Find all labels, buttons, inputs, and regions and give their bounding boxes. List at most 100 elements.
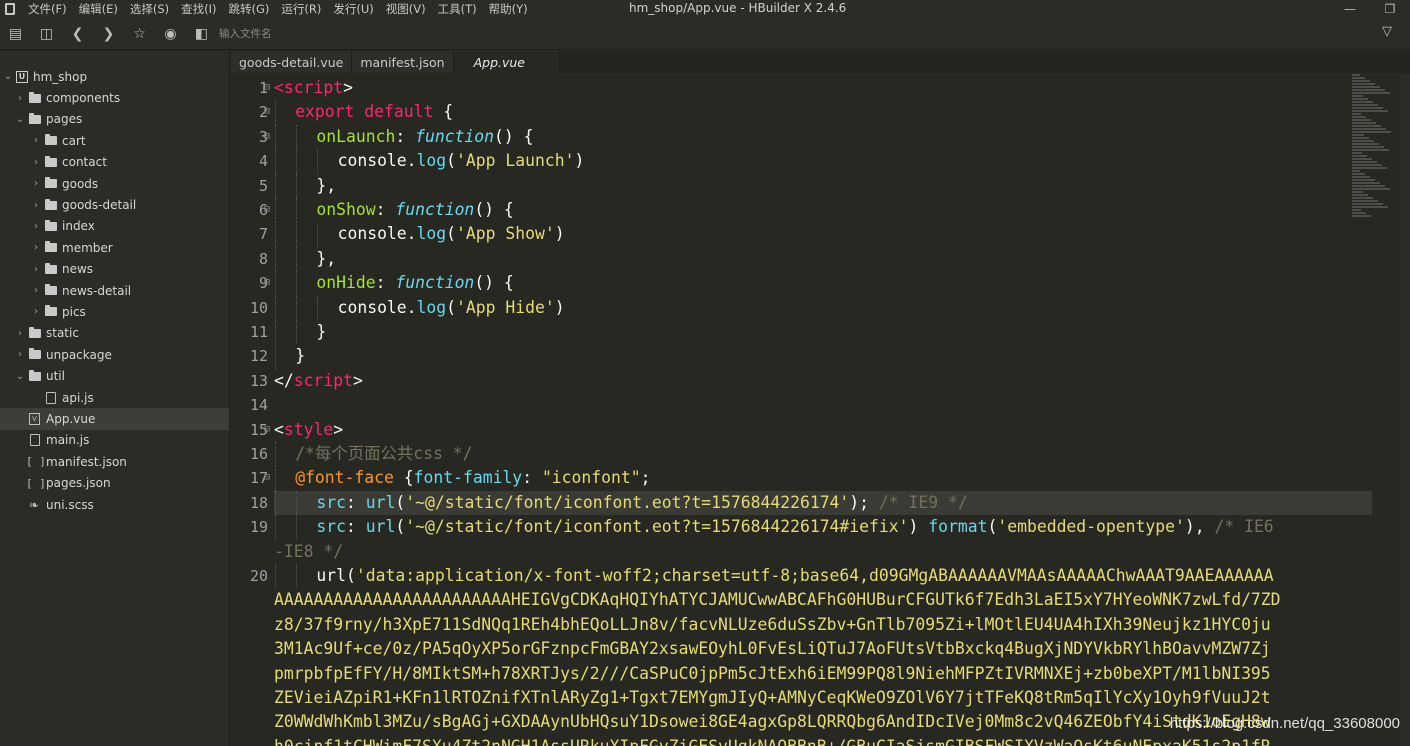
indent-guide — [275, 442, 276, 467]
tree-item-label: static — [46, 326, 79, 341]
indent-guide — [275, 564, 276, 589]
minimap-line — [1352, 86, 1380, 88]
tree-item-components[interactable]: › components — [0, 87, 229, 108]
chevron-right-icon: › — [34, 199, 38, 211]
tree-item-cart[interactable]: › cart — [0, 130, 229, 151]
minimap-line — [1352, 191, 1363, 193]
menu-item[interactable]: 视图(V) — [380, 1, 432, 17]
code-editor[interactable]: 1 ⊟ 2 ⊟ 3 ⊟ 4 5 6 ⊟ 7 8 9 ⊟ 10 11 12 13 14 15 ⊟ 16 17 ⊟ 18 19 20 <… — [231, 73, 1410, 746]
menu-item[interactable]: 选择(S) — [124, 1, 175, 17]
file-search-input[interactable] — [219, 23, 519, 44]
tree-item-pages-json[interactable]: [ ] pages.json — [0, 472, 229, 493]
indent-guide — [275, 320, 276, 345]
tree-item-label: manifest.json — [46, 454, 127, 469]
tree-item-goods-detail[interactable]: › goods-detail — [0, 194, 229, 215]
indent-guide — [275, 149, 276, 174]
tree-item-pics[interactable]: › pics — [0, 301, 229, 322]
save-icon[interactable]: ◫ — [31, 20, 62, 48]
line-number: 12 — [249, 347, 268, 366]
code-line: src: url('~@/static/font/iconfont.eot?t=… — [274, 515, 1273, 539]
tree-item-util[interactable]: ⌄ util — [0, 365, 229, 386]
new-file-icon[interactable]: ▤ — [0, 20, 31, 48]
minimap-line — [1352, 80, 1370, 82]
tree-item-static[interactable]: › static — [0, 323, 229, 344]
menu-item[interactable]: 查找(I) — [175, 1, 222, 17]
line-number: 14 — [249, 396, 268, 415]
minimap-line — [1352, 83, 1375, 85]
folder-icon — [45, 198, 57, 210]
tree-item-member[interactable]: › member — [0, 237, 229, 258]
code-token: < — [274, 419, 284, 439]
chevron-down-icon: ⌄ — [15, 113, 25, 125]
code-token: ) — [554, 297, 565, 317]
fold-toggle-icon[interactable]: ⊟ — [264, 271, 270, 295]
minimize-icon[interactable]: — — [1330, 0, 1370, 18]
minimap[interactable] — [1352, 73, 1392, 263]
minimap-line — [1352, 158, 1372, 160]
tree-item-api-js[interactable]: api.js — [0, 387, 229, 408]
tab-goods-detail-vue[interactable]: goods-detail.vue — [231, 51, 353, 73]
tree-project-root[interactable]: ⌄ U hm_shop — [0, 66, 229, 87]
code-token: 3M1Ac9Uf+ce/0z/PA5qOyXP5orGFznpcFmGBAY2x… — [274, 639, 1271, 659]
tab-manifest-json[interactable]: manifest.json — [352, 51, 454, 73]
run-icon[interactable]: ◉ — [155, 20, 186, 48]
menu-item[interactable]: 工具(T) — [432, 1, 483, 17]
minimap-line — [1352, 182, 1380, 184]
tree-item-pages[interactable]: ⌄ pages — [0, 109, 229, 130]
code-token: : — [395, 126, 416, 146]
code-token: } — [316, 322, 327, 341]
minimap-line — [1352, 200, 1378, 202]
menu-item[interactable]: 运行(R) — [275, 1, 327, 17]
menu-item[interactable]: 编辑(E) — [73, 1, 124, 17]
chevron-right-icon: › — [34, 220, 38, 232]
fold-toggle-icon[interactable]: ⊟ — [264, 100, 270, 124]
menu-item[interactable]: 跳转(G) — [223, 1, 276, 17]
tree-item-manifest-json[interactable]: [ ] manifest.json — [0, 451, 229, 472]
forward-icon[interactable]: ❯ — [93, 20, 124, 48]
tab-app-vue[interactable]: App.vue — [453, 51, 560, 73]
menu-item[interactable]: 文件(F) — [22, 1, 73, 17]
line-number: 13 — [249, 371, 268, 390]
fold-toggle-icon[interactable]: ⊟ — [264, 125, 270, 149]
indent-guide — [275, 100, 276, 125]
code-line: }, — [274, 174, 336, 198]
code-token: style — [283, 419, 334, 439]
code-token: Z0WWdWhKmbl3MZu/sBgAGj+GXDAAynUbHQsuY1Ds… — [274, 712, 1271, 732]
menu-item[interactable]: 帮助(Y) — [483, 1, 534, 17]
indent-guide — [317, 149, 319, 174]
tree-item-label: App.vue — [46, 411, 96, 426]
code-token: font-family — [413, 468, 523, 488]
menu-item[interactable]: 发行(U) — [327, 1, 379, 17]
maximize-icon[interactable]: ❐ — [1370, 0, 1410, 18]
vertical-scrollbar[interactable] — [1400, 73, 1410, 746]
code-token: AAAAAAAAAAAAAAAAAAAAAAAAHEIGVgCDKAqHQIYh… — [274, 590, 1281, 610]
fold-toggle-icon[interactable]: ⊟ — [264, 198, 270, 222]
minimap-line — [1352, 173, 1365, 175]
star-icon[interactable]: ☆ — [124, 20, 155, 48]
tree-item-uni-scss[interactable]: ❧ uni.scss — [0, 494, 229, 515]
tree-item-label: goods — [62, 176, 99, 191]
code-token: /*每个页面公共css */ — [295, 444, 473, 463]
code-token: 'App Show' — [456, 224, 555, 244]
minimap-line — [1352, 215, 1371, 217]
tree-item-contact[interactable]: › contact — [0, 152, 229, 173]
tree-item-label: pages.json — [46, 476, 111, 491]
chevron-right-icon: › — [18, 327, 22, 339]
tree-item-app-vue[interactable]: V App.vue — [0, 408, 229, 430]
tree-item-index[interactable]: › index — [0, 216, 229, 237]
tree-item-main-js[interactable]: main.js — [0, 430, 229, 451]
fold-toggle-icon[interactable]: ⊟ — [264, 418, 270, 442]
preview-icon[interactable]: ◧ — [186, 20, 217, 48]
fold-toggle-icon[interactable]: ⊟ — [264, 466, 270, 490]
minimap-line — [1352, 113, 1361, 115]
back-icon[interactable]: ❮ — [62, 20, 93, 48]
tree-item-news[interactable]: › news — [0, 259, 229, 280]
code-line: <script> — [274, 76, 353, 100]
filter-icon[interactable]: ▽ — [1382, 24, 1392, 39]
fold-toggle-icon[interactable]: ⊟ — [264, 76, 270, 100]
tree-item-news-detail[interactable]: › news-detail — [0, 280, 229, 301]
tree-item-goods[interactable]: › goods — [0, 173, 229, 194]
code-line: Z0WWdWhKmbl3MZu/sBgAGj+GXDAAynUbHQsuY1Ds… — [274, 710, 1271, 734]
tree-item-unpackage[interactable]: › unpackage — [0, 344, 229, 365]
minimap-line — [1352, 149, 1389, 151]
